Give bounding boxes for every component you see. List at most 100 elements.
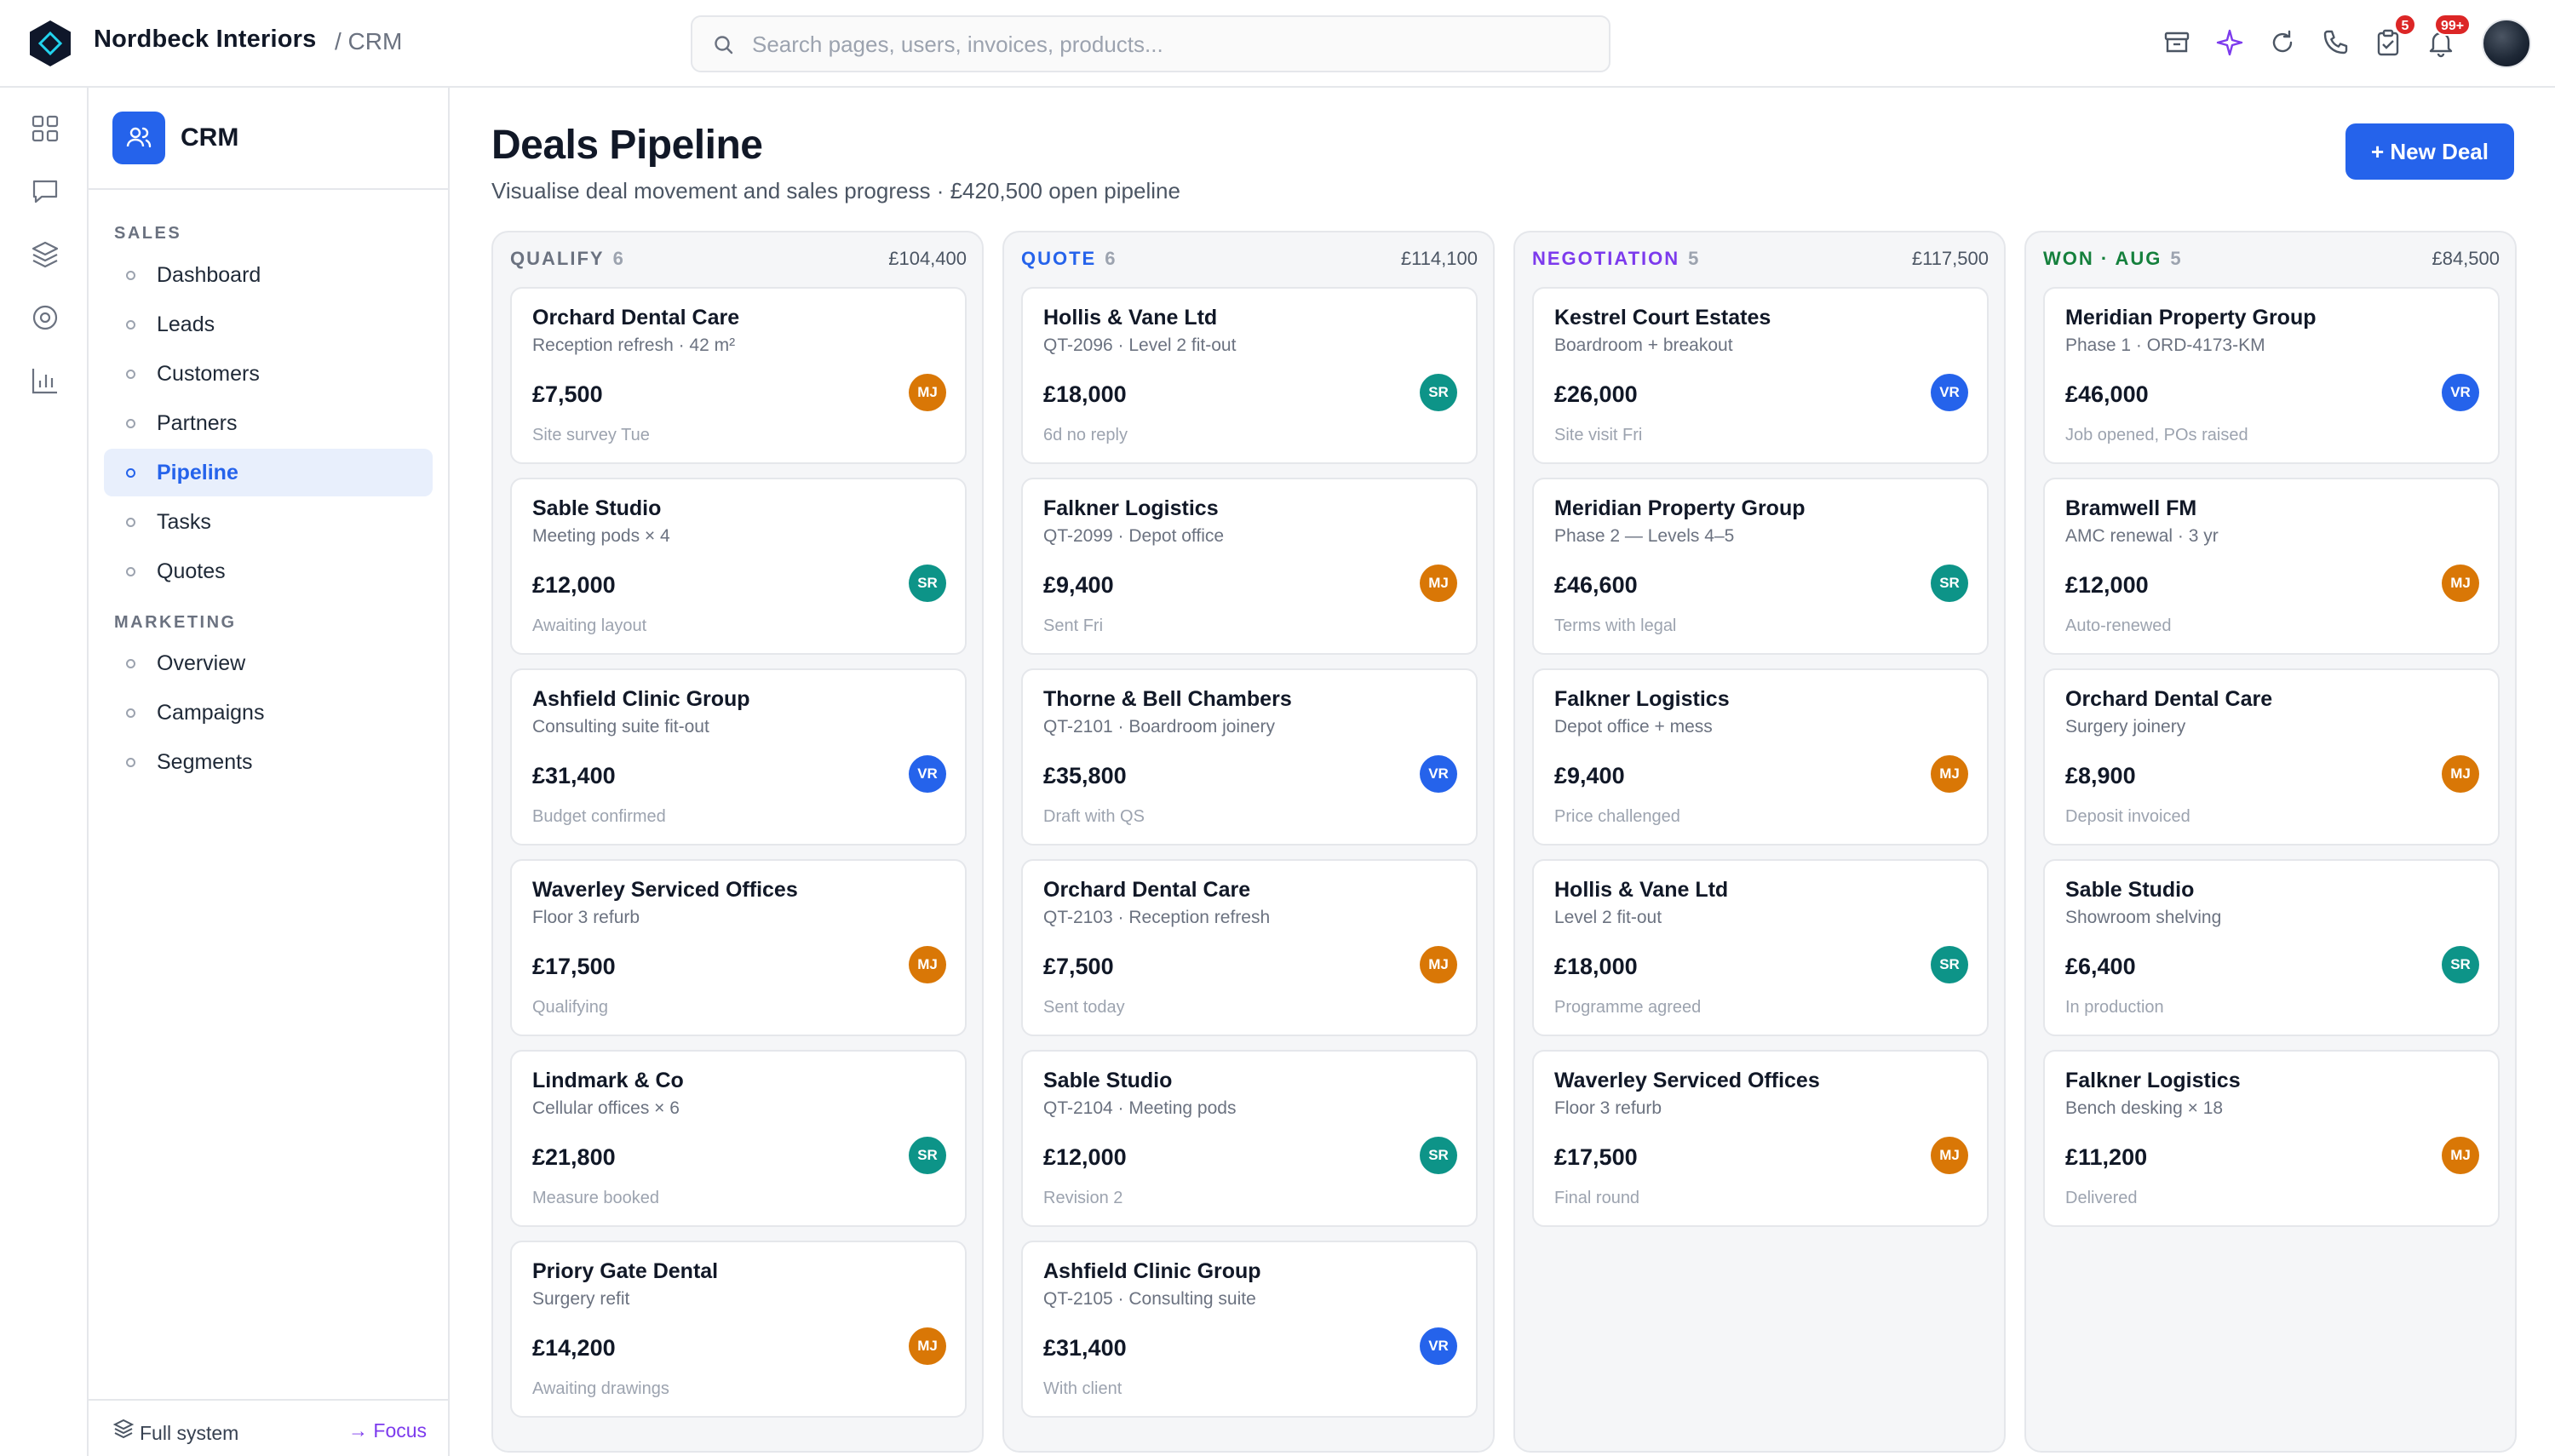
deal-card[interactable]: Ashfield Clinic Group Consulting suite fi… (510, 668, 967, 846)
deal-name: Sable Studio (1043, 1069, 1173, 1092)
bullet-icon (126, 659, 135, 668)
new-deal-button[interactable]: + New Deal (2345, 123, 2514, 180)
chat-icon[interactable] (28, 175, 62, 209)
breadcrumb[interactable]: / CRM (335, 28, 402, 55)
deal-card[interactable]: Falkner Logistics Depot office + mess £9,4… (1532, 668, 1989, 846)
sidebar-item-label: Overview (157, 651, 246, 675)
owner-avatar[interactable]: MJ (1420, 946, 1457, 983)
owner-avatar[interactable]: SR (2442, 946, 2479, 983)
owner-avatar[interactable]: VR (909, 755, 946, 793)
owner-avatar[interactable]: MJ (909, 1327, 946, 1365)
deal-card[interactable]: Falkner Logistics QT-2099 · Depot office £… (1021, 478, 1478, 655)
deal-card[interactable]: Lindmark & Co Cellular offices × 6 £21,800… (510, 1050, 967, 1227)
deal-value: £17,500 (1554, 1144, 1638, 1170)
owner-avatar[interactable]: SR (909, 565, 946, 602)
deal-card[interactable]: Hollis & Vane Ltd QT-2096 · Level 2 fit-o… (1021, 287, 1478, 464)
sidebar-item-segments[interactable]: Segments (104, 738, 433, 786)
deal-name: Falkner Logistics (1043, 496, 1219, 520)
deal-name: Orchard Dental Care (2065, 687, 2273, 711)
column-total: £104,400 (888, 248, 967, 269)
sidebar-item-pipeline[interactable]: Pipeline (104, 449, 433, 496)
sidebar-item-dashboard[interactable]: Dashboard (104, 251, 433, 299)
owner-avatar[interactable]: MJ (2442, 755, 2479, 793)
deal-card[interactable]: Waverley Serviced Offices Floor 3 refurb £… (510, 859, 967, 1036)
deal-detail: QT-2105 · Consulting suite (1043, 1289, 1256, 1309)
deal-status-note: Qualifying (532, 998, 608, 1017)
deal-detail: Phase 1 · ORD-4173-KM (2065, 335, 2265, 355)
sidebar-item-label: Leads (157, 312, 215, 336)
sidebar-item-quotes[interactable]: Quotes (104, 547, 433, 595)
sidebar-item-leads[interactable]: Leads (104, 301, 433, 348)
sidebar-item-customers[interactable]: Customers (104, 350, 433, 398)
owner-avatar[interactable]: VR (2442, 374, 2479, 411)
deal-card[interactable]: Orchard Dental Care Surgery joinery £8,900… (2043, 668, 2500, 846)
owner-avatar[interactable]: VR (1420, 755, 1457, 793)
deal-name: Hollis & Vane Ltd (1554, 878, 1729, 902)
grid-icon[interactable] (28, 112, 62, 146)
target-icon[interactable] (28, 301, 62, 335)
deal-card[interactable]: Orchard Dental Care Reception refresh · 4… (510, 287, 967, 464)
owner-avatar[interactable]: MJ (1931, 755, 1968, 793)
deal-card[interactable]: Sable Studio Showroom shelving £6,400 SR In … (2043, 859, 2500, 1036)
bar-chart-icon[interactable] (28, 364, 62, 398)
deal-name: Ashfield Clinic Group (532, 687, 750, 711)
deal-name: Ashfield Clinic Group (1043, 1259, 1261, 1283)
deal-status-note: In production (2065, 998, 2164, 1017)
deal-card[interactable]: Ashfield Clinic Group QT-2105 · Consultin… (1021, 1241, 1478, 1418)
user-avatar[interactable] (2482, 19, 2531, 68)
phone-icon[interactable] (2320, 27, 2351, 58)
owner-avatar[interactable]: MJ (1420, 565, 1457, 602)
refresh-icon[interactable] (2267, 27, 2298, 58)
search-input[interactable]: Search pages, users, invoices, products.… (691, 15, 1611, 72)
owner-avatar[interactable]: SR (909, 1137, 946, 1174)
deal-card[interactable]: Priory Gate Dental Surgery refit £14,200 MJ… (510, 1241, 967, 1418)
deal-value: £17,500 (532, 954, 616, 979)
owner-avatar[interactable]: SR (1931, 946, 1968, 983)
deal-card[interactable]: Sable Studio QT-2104 · Meeting pods £12,00… (1021, 1050, 1478, 1227)
column-header: NEGOTIATION 5 £117,500 (1532, 248, 1989, 277)
owner-avatar[interactable]: MJ (1931, 1137, 1968, 1174)
focus-link[interactable]: → Focus (348, 1419, 427, 1442)
owner-avatar[interactable]: SR (1420, 1137, 1457, 1174)
owner-avatar[interactable]: MJ (909, 946, 946, 983)
full-system-link[interactable]: Full system (140, 1422, 238, 1445)
brand-logo-icon[interactable] (26, 19, 75, 68)
deal-card[interactable]: Orchard Dental Care QT-2103 · Reception r… (1021, 859, 1478, 1036)
owner-avatar[interactable]: VR (1420, 1327, 1457, 1365)
deal-name: Hollis & Vane Ltd (1043, 306, 1218, 330)
archive-icon[interactable] (2162, 27, 2192, 58)
deal-card[interactable]: Falkner Logistics Bench desking × 18 £11,2… (2043, 1050, 2500, 1227)
deal-card[interactable]: Sable Studio Meeting pods × 4 £12,000 SR Awa… (510, 478, 967, 655)
deal-value: £18,000 (1554, 954, 1638, 979)
owner-avatar[interactable]: VR (1931, 374, 1968, 411)
deal-name: Kestrel Court Estates (1554, 306, 1771, 330)
owner-avatar[interactable]: MJ (2442, 565, 2479, 602)
deal-detail: QT-2103 · Reception refresh (1043, 908, 1271, 927)
deal-card[interactable]: Meridian Property Group Phase 2 — Levels … (1532, 478, 1989, 655)
deal-value: £31,400 (532, 763, 616, 788)
layers-icon[interactable] (28, 238, 62, 272)
deal-card[interactable]: Hollis & Vane Ltd Level 2 fit-out £18,000 S… (1532, 859, 1989, 1036)
bullet-icon (126, 518, 135, 527)
deal-card[interactable]: Meridian Property Group Phase 1 · ORD-417… (2043, 287, 2500, 464)
owner-avatar[interactable]: MJ (909, 374, 946, 411)
deal-name: Waverley Serviced Offices (532, 878, 798, 902)
deal-card[interactable]: Waverley Serviced Offices Floor 3 refurb £… (1532, 1050, 1989, 1227)
sidebar-item-overview[interactable]: Overview (104, 639, 433, 687)
sidebar-item-tasks[interactable]: Tasks (104, 498, 433, 546)
deal-detail: Surgery joinery (2065, 717, 2186, 737)
deal-value: £8,900 (2065, 763, 2136, 788)
deal-card[interactable]: Kestrel Court Estates Boardroom + breakou… (1532, 287, 1989, 464)
deal-value: £7,500 (532, 381, 603, 407)
deal-status-note: With client (1043, 1379, 1122, 1398)
sidebar-item-partners[interactable]: Partners (104, 399, 433, 447)
owner-avatar[interactable]: SR (1931, 565, 1968, 602)
brand-name[interactable]: Nordbeck Interiors (94, 26, 316, 54)
deal-card[interactable]: Bramwell FM AMC renewal · 3 yr £12,000 MJ Au… (2043, 478, 2500, 655)
sidebar-item-campaigns[interactable]: Campaigns (104, 689, 433, 737)
deal-card[interactable]: Thorne & Bell Chambers QT-2101 · Boardroo… (1021, 668, 1478, 846)
owner-avatar[interactable]: MJ (2442, 1137, 2479, 1174)
owner-avatar[interactable]: SR (1420, 374, 1457, 411)
deal-status-note: Final round (1554, 1189, 1640, 1207)
sparkle-icon[interactable] (2214, 27, 2245, 58)
